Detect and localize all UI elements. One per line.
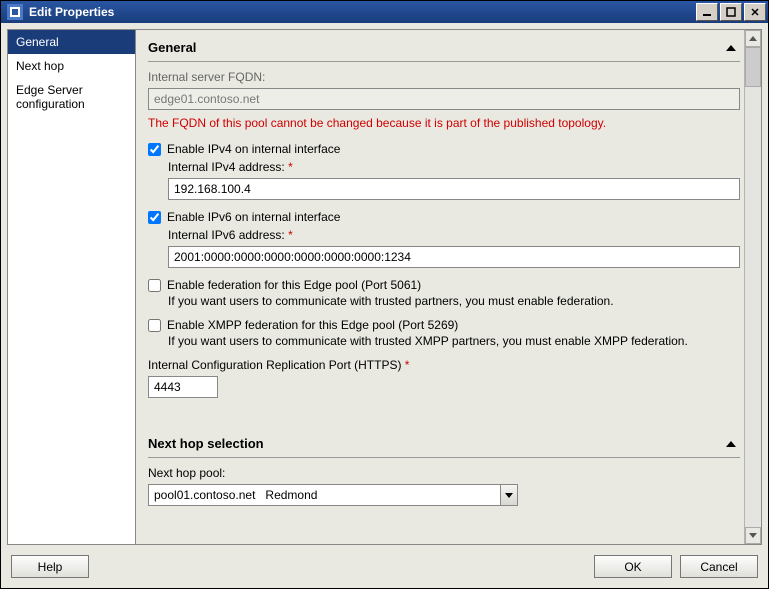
ok-button[interactable]: OK [594, 555, 672, 578]
main-panel: General Next hop Edge Server configurati… [7, 29, 762, 545]
scroll-up-button[interactable] [745, 30, 761, 47]
nexthop-pool-value[interactable] [148, 484, 500, 506]
ipv4-addr-input[interactable] [168, 178, 740, 200]
enable-xmpp-checkbox[interactable] [148, 319, 161, 332]
app-icon [7, 4, 23, 20]
minimize-button[interactable] [696, 3, 718, 21]
sidebar-item-general[interactable]: General [8, 30, 135, 54]
section-title-general: General [148, 40, 196, 55]
repl-port-label: Internal Configuration Replication Port … [148, 358, 740, 372]
enable-federation-label: Enable federation for this Edge pool (Po… [167, 278, 421, 292]
enable-federation-checkbox[interactable] [148, 279, 161, 292]
dialog-window: Edit Properties General Next hop Edge Se… [0, 0, 769, 589]
enable-ipv4-label: Enable IPv4 on internal interface [167, 142, 340, 156]
fqdn-input [148, 88, 740, 110]
ipv6-addr-label: Internal IPv6 address: * [168, 228, 740, 242]
section-title-nexthop: Next hop selection [148, 436, 264, 451]
help-button[interactable]: Help [11, 555, 89, 578]
sidebar-item-next-hop[interactable]: Next hop [8, 54, 135, 78]
dropdown-button[interactable] [500, 484, 518, 506]
dialog-footer: Help OK Cancel [7, 545, 762, 582]
repl-port-input[interactable] [148, 376, 218, 398]
nexthop-pool-label: Next hop pool: [148, 466, 740, 480]
section-header-nexthop[interactable]: Next hop selection [148, 426, 740, 458]
sidebar-item-edge-server-config[interactable]: Edge Server configuration [8, 78, 135, 116]
enable-ipv6-label: Enable IPv6 on internal interface [167, 210, 340, 224]
enable-xmpp-label: Enable XMPP federation for this Edge poo… [167, 318, 458, 332]
scroll-thumb[interactable] [745, 47, 761, 87]
fqdn-label: Internal server FQDN: [148, 70, 740, 84]
fqdn-warning: The FQDN of this pool cannot be changed … [148, 116, 740, 130]
content-area: General Internal server FQDN: The FQDN o… [136, 30, 744, 544]
enable-ipv6-checkbox[interactable] [148, 211, 161, 224]
enable-ipv4-checkbox[interactable] [148, 143, 161, 156]
content-wrap: General Internal server FQDN: The FQDN o… [136, 30, 761, 544]
nav-sidebar: General Next hop Edge Server configurati… [8, 30, 136, 544]
maximize-button[interactable] [720, 3, 742, 21]
collapse-icon [726, 441, 736, 447]
nexthop-pool-dropdown[interactable] [148, 484, 518, 506]
ipv6-addr-input[interactable] [168, 246, 740, 268]
close-button[interactable] [744, 3, 766, 21]
titlebar: Edit Properties [1, 1, 768, 23]
vertical-scrollbar[interactable] [744, 30, 761, 544]
window-controls [694, 3, 766, 21]
scroll-track[interactable] [745, 87, 761, 527]
window-title: Edit Properties [27, 5, 694, 19]
ipv4-addr-label: Internal IPv4 address: * [168, 160, 740, 174]
collapse-icon [726, 45, 736, 51]
scroll-down-button[interactable] [745, 527, 761, 544]
cancel-button[interactable]: Cancel [680, 555, 758, 578]
xmpp-hint: If you want users to communicate with tr… [168, 334, 740, 348]
section-header-general[interactable]: General [148, 30, 740, 62]
chevron-down-icon [505, 493, 513, 498]
federation-hint: If you want users to communicate with tr… [168, 294, 740, 308]
dialog-body: General Next hop Edge Server configurati… [1, 23, 768, 588]
